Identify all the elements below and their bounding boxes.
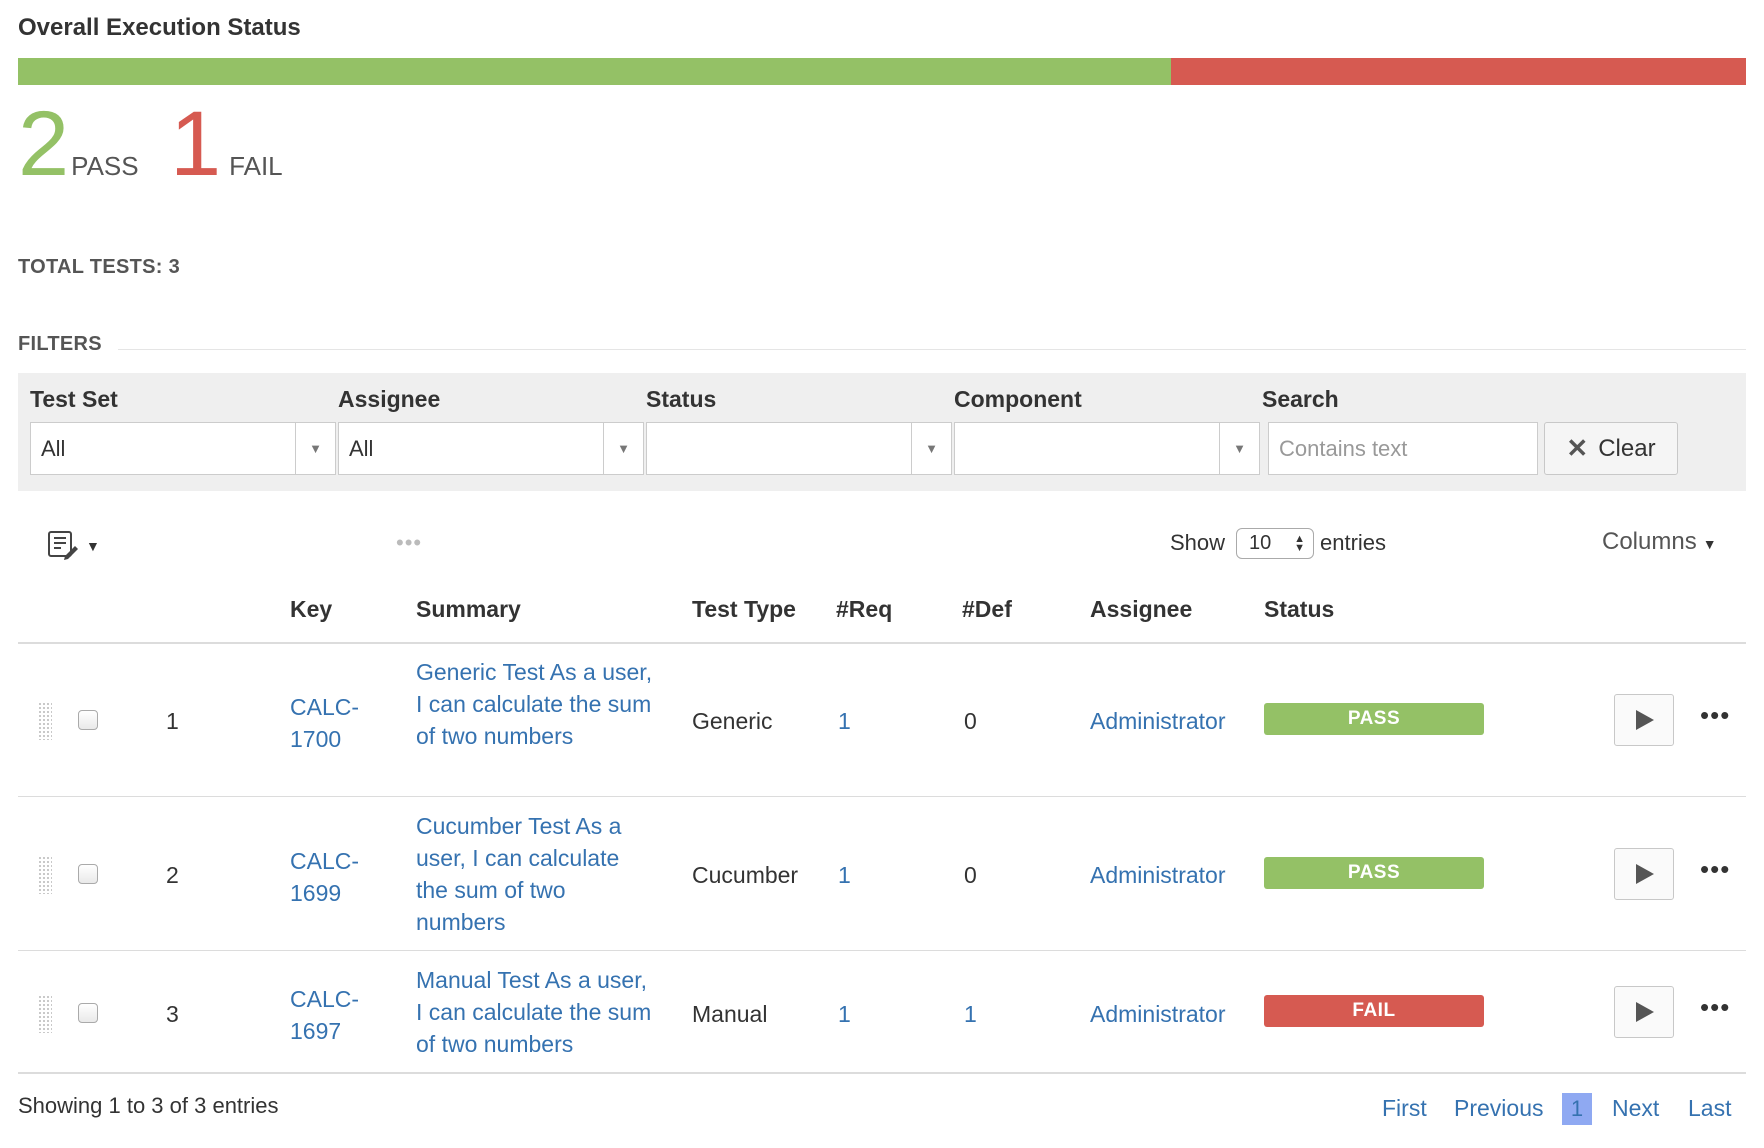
assignee-link[interactable]: Administrator <box>1090 708 1225 735</box>
def-count-link[interactable]: 1 <box>964 1001 977 1028</box>
status-badge: PASS <box>1264 857 1484 889</box>
test-summary-link[interactable]: Manual Test As a user, I can calculate t… <box>416 964 656 1060</box>
show-label: Show <box>1170 530 1226 555</box>
more-actions-icon[interactable]: ••• <box>1700 992 1730 1023</box>
play-icon <box>1636 1002 1654 1022</box>
row-index: 3 <box>166 1001 179 1027</box>
filters-divider <box>118 349 1746 350</box>
drag-handle-icon[interactable] <box>38 702 52 740</box>
table-bottom-divider <box>18 1072 1746 1074</box>
row-divider <box>18 796 1746 797</box>
req-count-link[interactable]: 1 <box>838 708 851 735</box>
test-set-label: Test Set <box>30 386 118 412</box>
more-horizontal-icon: ••• <box>396 530 423 555</box>
execution-status-bar <box>18 58 1746 85</box>
def-count: 0 <box>964 862 977 888</box>
column-header-test-type[interactable]: Test Type <box>692 596 796 623</box>
test-set-value: All <box>41 435 66 461</box>
columns-button[interactable]: Columns ▼ <box>1602 528 1717 556</box>
status-badge: PASS <box>1264 703 1484 735</box>
test-summary-link[interactable]: Generic Test As a user, I can calculate … <box>416 656 656 752</box>
clear-button[interactable]: ✕ Clear <box>1544 422 1678 475</box>
assignee-link[interactable]: Administrator <box>1090 1001 1225 1028</box>
fail-label: FAIL <box>229 151 283 181</box>
fail-segment <box>1170 58 1746 85</box>
test-type: Generic <box>692 708 773 734</box>
column-header-key[interactable]: Key <box>290 596 332 623</box>
close-icon: ✕ <box>1566 433 1589 463</box>
table-header-divider <box>18 642 1746 644</box>
def-count: 0 <box>964 708 977 734</box>
showing-entries-info: Showing 1 to 3 of 3 entries <box>18 1093 279 1118</box>
entries-label: entries <box>1320 530 1387 555</box>
columns-label: Columns <box>1602 528 1697 555</box>
caret-down-icon[interactable]: ▼ <box>86 538 100 554</box>
column-header-assignee[interactable]: Assignee <box>1090 596 1192 623</box>
pass-label: PASS <box>71 151 139 181</box>
status-badge: FAIL <box>1264 995 1484 1027</box>
test-type: Manual <box>692 1001 768 1027</box>
filters-heading: FILTERS <box>18 333 102 355</box>
column-header-summary[interactable]: Summary <box>416 596 521 623</box>
spinner-arrows-icon: ▲ ▼ <box>1294 532 1305 554</box>
page-title: Overall Execution Status <box>18 14 301 41</box>
row-index: 1 <box>166 708 179 734</box>
caret-down-icon: ▼ <box>1702 536 1717 552</box>
component-select[interactable]: ▼ <box>954 422 1260 475</box>
fail-count: 1 <box>170 93 222 195</box>
column-header-def[interactable]: #Def <box>962 596 1012 623</box>
row-divider <box>18 950 1746 951</box>
page-size-select[interactable]: 10 ▲ ▼ <box>1236 528 1314 559</box>
pass-segment <box>18 58 1171 85</box>
pass-summary: 2 PASS <box>18 93 139 195</box>
play-icon <box>1636 710 1654 730</box>
page-size-value: 10 <box>1249 532 1272 554</box>
execute-button[interactable] <box>1614 848 1674 900</box>
chevron-down-icon: ▼ <box>1219 423 1259 474</box>
pager-previous-link[interactable]: Previous <box>1454 1095 1543 1122</box>
clear-button-label: Clear <box>1598 434 1656 462</box>
req-count-link[interactable]: 1 <box>838 862 851 889</box>
more-actions-icon[interactable]: ••• <box>1700 700 1730 731</box>
component-filter-label: Component <box>954 386 1082 412</box>
pager-current-page[interactable]: 1 <box>1562 1093 1592 1125</box>
pager-next-link[interactable]: Next <box>1612 1095 1659 1122</box>
column-header-status[interactable]: Status <box>1264 596 1334 623</box>
test-type: Cucumber <box>692 862 799 888</box>
drag-handle-icon[interactable] <box>38 856 52 894</box>
test-key-link[interactable]: CALC- 1697 <box>290 983 359 1047</box>
row-index: 2 <box>166 862 179 888</box>
row-checkbox[interactable] <box>78 710 98 730</box>
column-header-req[interactable]: #Req <box>836 596 892 623</box>
test-key-link[interactable]: CALC- 1699 <box>290 845 359 909</box>
more-actions-icon[interactable]: ••• <box>1700 854 1730 885</box>
test-set-select[interactable]: All ▼ <box>30 422 336 475</box>
execute-button[interactable] <box>1614 986 1674 1038</box>
search-label: Search <box>1262 386 1339 412</box>
play-icon <box>1636 864 1654 884</box>
assignee-link[interactable]: Administrator <box>1090 862 1225 889</box>
execute-button[interactable] <box>1614 694 1674 746</box>
chevron-down-icon: ▼ <box>295 423 335 474</box>
status-select[interactable]: ▼ <box>646 422 952 475</box>
assignee-value: All <box>349 435 374 461</box>
search-input[interactable] <box>1268 422 1538 475</box>
fail-summary: 1 FAIL <box>170 93 283 195</box>
edit-list-icon[interactable] <box>46 528 80 562</box>
pager-first-link[interactable]: First <box>1382 1095 1427 1122</box>
pass-count: 2 <box>18 93 70 195</box>
total-tests: TOTAL TESTS: 3 <box>18 256 180 278</box>
test-key-link[interactable]: CALC- 1700 <box>290 691 359 755</box>
row-checkbox[interactable] <box>78 864 98 884</box>
req-count-link[interactable]: 1 <box>838 1001 851 1028</box>
chevron-down-icon: ▼ <box>911 423 951 474</box>
assignee-filter-label: Assignee <box>338 386 441 412</box>
row-checkbox[interactable] <box>78 1003 98 1023</box>
chevron-down-icon: ▼ <box>603 423 643 474</box>
pager-last-link[interactable]: Last <box>1688 1095 1731 1122</box>
status-filter-label: Status <box>646 386 717 412</box>
assignee-select[interactable]: All ▼ <box>338 422 644 475</box>
drag-handle-icon[interactable] <box>38 995 52 1033</box>
test-summary-link[interactable]: Cucumber Test As a user, I can calculate… <box>416 810 656 938</box>
